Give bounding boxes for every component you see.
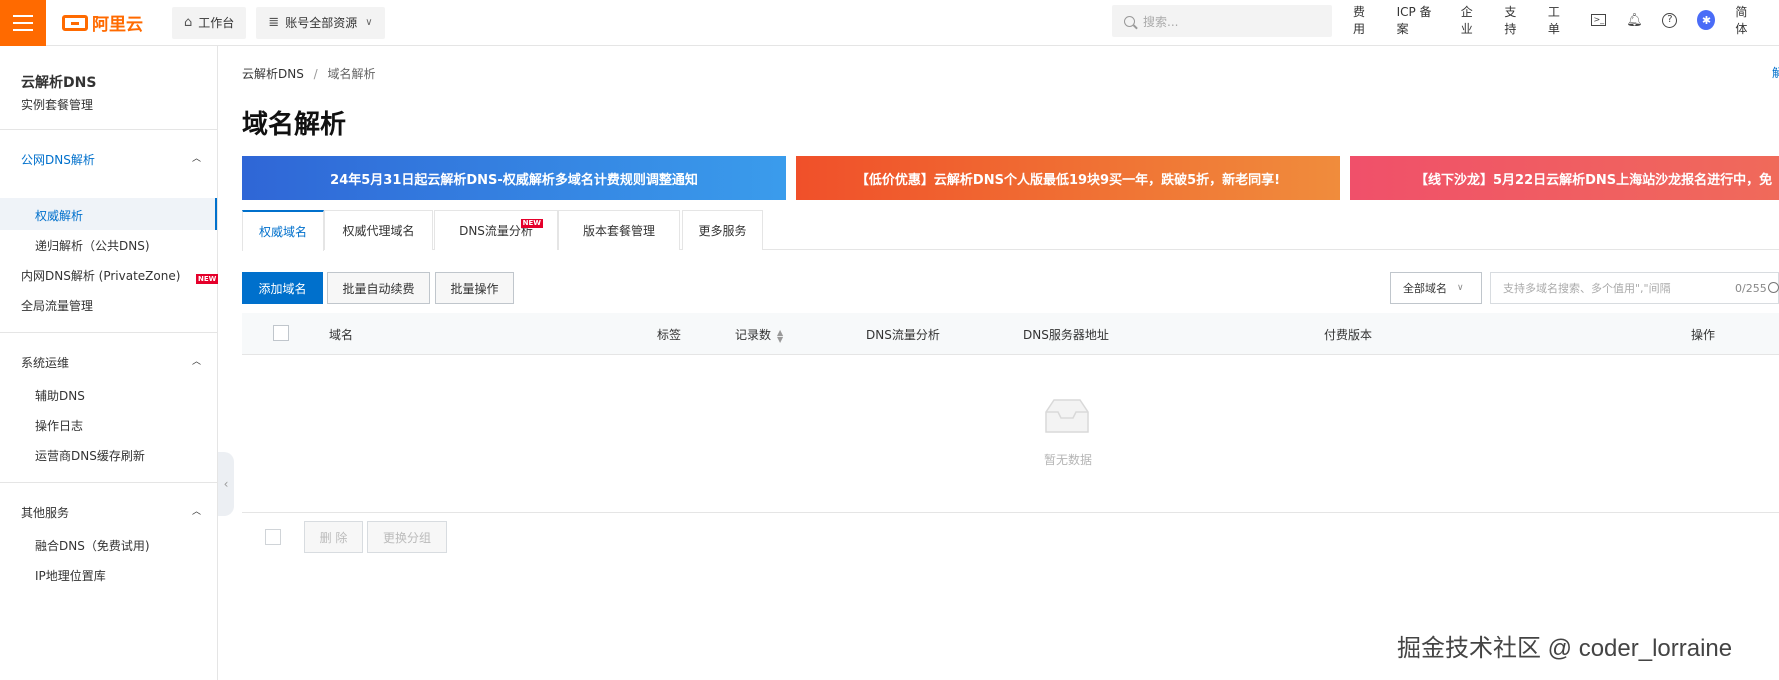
workbench-button[interactable]: ⌂ 工作台 [172, 6, 247, 39]
sidebar-divider [0, 332, 218, 333]
notice-banner-promo[interactable]: 【低价优惠】云解析DNS个人版最低19块9买一年，跌破5折，新老同享! [796, 156, 1340, 200]
sidebar-item-oplog[interactable]: 操作日志 [35, 417, 83, 434]
chevron-down-icon: ∨ [365, 17, 373, 28]
workbench-label: 工作台 [198, 16, 235, 30]
page-title: 域名解析 [242, 110, 347, 140]
sidebar: 云解析DNS 实例套餐管理 公网DNS解析 ︿ 权威解析 递归解析（公共DNS)… [0, 46, 219, 680]
tab-bar: 权威域名 权威代理域名 DNS流量分析 NEW 版本套餐管理 更多服务 [242, 210, 1779, 251]
select-all-checkbox[interactable] [273, 325, 289, 341]
avatar[interactable]: ✱ [1697, 10, 1716, 30]
table-header: 域名 标签 记录数 ▲ ▼ DNS流量分析 DNS服务器地址 付费版本 操作 [242, 313, 1779, 355]
chevron-up-icon: ︿ [191, 154, 201, 164]
domain-filter-value: 全部域名 [1403, 282, 1447, 295]
home-icon: ⌂ [184, 15, 193, 30]
column-header-dns-traffic: DNS流量分析 [866, 328, 940, 342]
aliyun-logo[interactable]: 阿里云 [62, 10, 162, 35]
logo-text: 阿里云 [92, 15, 143, 35]
domain-search-placeholder: 支持多域名搜索、多个值用","间隔 [1503, 282, 1671, 295]
column-header-plan: 付费版本 [1324, 328, 1373, 342]
stack-icon: ≣ [268, 15, 280, 30]
chevron-down-icon: ∨ [1457, 283, 1464, 293]
new-badge: NEW [520, 219, 543, 228]
top-link-support[interactable]: 支持 [1504, 3, 1526, 37]
sidebar-item-recursive[interactable]: 递归解析（公共DNS) [35, 237, 150, 254]
column-header-record-count[interactable]: 记录数 ▲ ▼ [735, 326, 783, 343]
column-header-dns-servers: DNS服务器地址 [1023, 328, 1109, 342]
help-icon[interactable]: ? [1662, 12, 1678, 28]
watermark: 掘金技术社区 @ coder_lorraine [1397, 635, 1733, 662]
tab-dns-traffic[interactable]: DNS流量分析 NEW [434, 210, 558, 250]
sidebar-title: 云解析DNS [21, 75, 97, 91]
breadcrumb-current: 域名解析 [327, 67, 376, 81]
top-link-billing[interactable]: 费用 [1353, 3, 1375, 37]
sidebar-group-label: 公网DNS解析 [21, 153, 95, 167]
sidebar-item-secondary-dns[interactable]: 辅助DNS [35, 387, 85, 404]
change-group-button[interactable]: 更换分组 [367, 521, 447, 553]
tab-authoritative-domains[interactable]: 权威域名 [242, 210, 324, 251]
bell-icon[interactable]: 🔔︎ [1626, 12, 1643, 28]
column-header-tag: 标签 [657, 328, 682, 342]
empty-state-text: 暂无数据 [1044, 453, 1093, 467]
notice-banner-billing[interactable]: 24年5月31日起云解析DNS-权威解析多域名计费规则调整通知 [242, 156, 786, 200]
resources-label: 账号全部资源 [285, 16, 358, 30]
chevron-up-icon: ︿ [191, 507, 201, 517]
batch-ops-button[interactable]: 批量操作 [435, 272, 514, 304]
breadcrumb: 云解析DNS / 域名解析 [242, 65, 376, 82]
aliyun-logo-mark-icon [62, 14, 88, 31]
top-links: 费用 ICP 备案 企业 支持 工单 >_ 🔔︎ ? ✱ 简体 [1353, 0, 1779, 40]
sidebar-divider [0, 482, 218, 483]
sidebar-group-label: 其他服务 [21, 506, 70, 520]
sidebar-collapse-handle[interactable]: ‹ [218, 452, 234, 516]
hamburger-menu-icon[interactable] [0, 0, 46, 46]
domain-filter-select[interactable]: 全部域名 ∨ [1390, 272, 1482, 304]
top-link-enterprise[interactable]: 企业 [1461, 3, 1483, 37]
sidebar-item-instance[interactable]: 实例套餐管理 [21, 96, 93, 113]
terminal-icon[interactable]: >_ [1591, 12, 1607, 28]
breadcrumb-separator: / [313, 67, 318, 81]
chevron-up-icon: ︿ [191, 357, 201, 367]
sort-icon[interactable]: ▲ ▼ [777, 328, 783, 343]
sidebar-group-other[interactable]: 其他服务 ︿ [21, 504, 201, 521]
delete-button[interactable]: 删 除 [304, 521, 363, 553]
new-badge: NEW [196, 274, 219, 284]
column-header-domain: 域名 [329, 328, 354, 342]
notice-banner-salon[interactable]: 【线下沙龙】5月22日云解析DNS上海站沙龙报名进行中，免 [1350, 156, 1779, 200]
sidebar-item-ip-geo[interactable]: IP地理位置库 [35, 567, 106, 584]
empty-inbox-icon [1045, 399, 1089, 433]
chevron-left-icon: ‹ [223, 477, 229, 491]
tab-plan-management[interactable]: 版本套餐管理 [558, 210, 680, 250]
sidebar-item-gtm[interactable]: 全局流量管理 [21, 297, 93, 314]
footer-select-checkbox[interactable] [265, 529, 281, 545]
global-search-placeholder: 搜索... [1143, 14, 1179, 29]
domain-search-input[interactable]: 支持多域名搜索、多个值用","间隔 0/255 [1490, 272, 1779, 304]
breadcrumb-root[interactable]: 云解析DNS [242, 67, 304, 81]
tab-proxy-domains[interactable]: 权威代理域名 [324, 210, 433, 250]
sidebar-item-cache-refresh[interactable]: 运营商DNS缓存刷新 [35, 447, 145, 464]
sidebar-item-authoritative[interactable]: 权威解析 [35, 207, 83, 224]
right-edge-link[interactable]: 解 [1772, 64, 1779, 81]
language-switch[interactable]: 简体 [1735, 3, 1757, 37]
tab-more-services[interactable]: 更多服务 [682, 210, 763, 250]
table-footer-divider [242, 512, 1779, 513]
column-header-actions: 操作 [1691, 328, 1716, 342]
top-link-ticket[interactable]: 工单 [1548, 3, 1570, 37]
sidebar-active-highlight [0, 198, 217, 230]
resources-dropdown[interactable]: ≣ 账号全部资源 ∨ [256, 6, 385, 39]
top-link-icp[interactable]: ICP 备案 [1397, 3, 1439, 37]
sidebar-item-private-dns[interactable]: 内网DNS解析 (PrivateZone) [21, 267, 180, 284]
sidebar-item-fusion-dns[interactable]: 融合DNS（免费试用) [35, 537, 150, 554]
char-count: 0/255 [1735, 281, 1767, 295]
column-header-record-count-label: 记录数 [735, 328, 772, 342]
global-search-input[interactable]: 搜索... [1112, 5, 1332, 37]
add-domain-button[interactable]: 添加域名 [242, 272, 323, 304]
sidebar-divider [0, 129, 218, 130]
batch-renew-button[interactable]: 批量自动续费 [327, 272, 430, 304]
sidebar-group-label: 系统运维 [21, 356, 70, 370]
search-icon [1124, 15, 1135, 27]
search-icon[interactable] [1768, 282, 1779, 293]
sidebar-group-public-dns[interactable]: 公网DNS解析 ︿ [21, 151, 201, 168]
sidebar-group-ops[interactable]: 系统运维 ︿ [21, 354, 201, 371]
